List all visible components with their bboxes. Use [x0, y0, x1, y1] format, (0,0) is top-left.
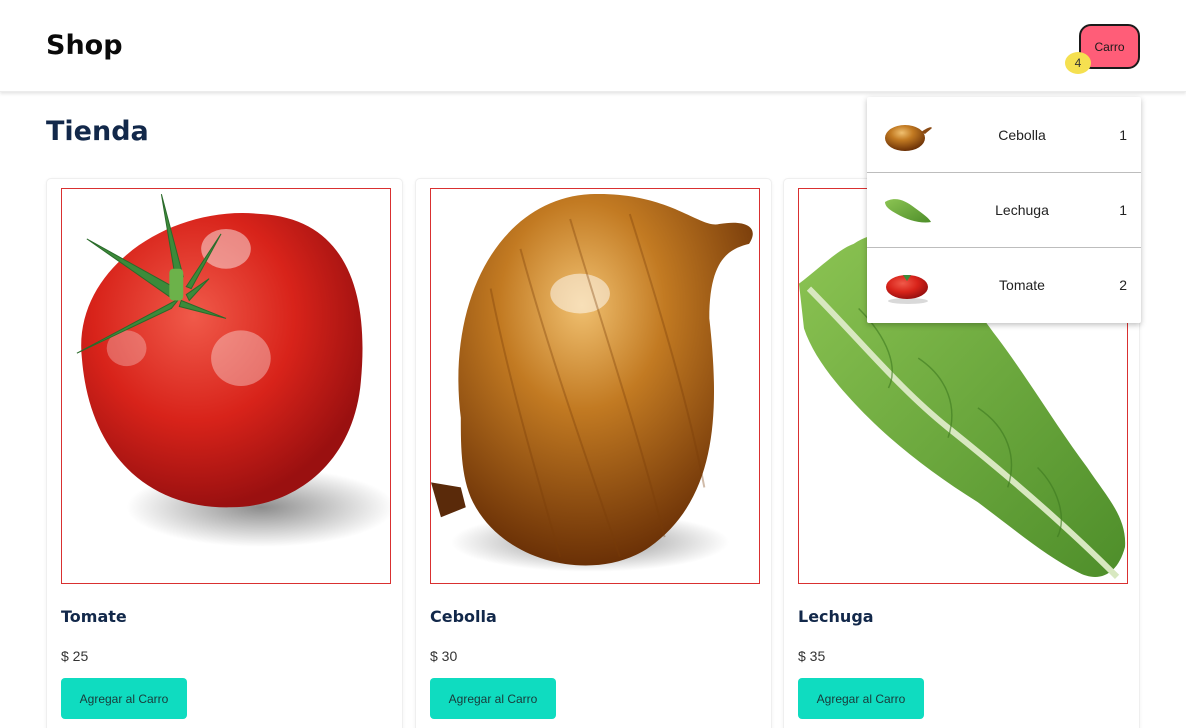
cart-item-name: Cebolla [998, 126, 1046, 143]
add-to-cart-button[interactable]: Agregar al Carro [61, 678, 187, 719]
tomato-image [61, 188, 391, 584]
cart-item[interactable]: Cebolla 1 [867, 97, 1141, 172]
tomato-thumbnail [883, 265, 933, 305]
cart-item-qty: 1 [1119, 126, 1127, 143]
cart-item-name: Lechuga [995, 202, 1049, 218]
product-name: Lechuga [798, 607, 874, 626]
product-name: Cebolla [430, 607, 497, 626]
onion-thumbnail [883, 114, 933, 154]
lettuce-thumbnail [883, 190, 933, 230]
product-card-tomate: Tomate $ 25 Agregar al Carro [46, 178, 403, 728]
cart-dropdown: Cebolla 1 Lechuga 1 Tomate 2 [867, 97, 1141, 323]
logo[interactable]: Shop [46, 30, 123, 61]
add-to-cart-button[interactable]: Agregar al Carro [430, 678, 556, 719]
cart-item[interactable]: Lechuga 1 [867, 172, 1141, 247]
product-price: $ 25 [61, 648, 89, 664]
product-price: $ 30 [430, 648, 458, 664]
product-name: Tomate [61, 607, 127, 626]
add-to-cart-button[interactable]: Agregar al Carro [798, 678, 924, 719]
cart-item-qty: 2 [1119, 277, 1127, 293]
cart-item-qty: 1 [1119, 202, 1127, 218]
page-title: Tienda [46, 116, 149, 147]
navbar: Shop [0, 0, 1186, 92]
onion-image [430, 188, 760, 584]
product-card-cebolla: Cebolla $ 30 Agregar al Carro [415, 178, 772, 728]
cart-item[interactable]: Tomate 2 [867, 247, 1141, 322]
cart-item-name: Tomate [999, 277, 1045, 293]
cart-count-badge: 4 [1065, 52, 1091, 74]
product-price: $ 35 [798, 648, 826, 664]
